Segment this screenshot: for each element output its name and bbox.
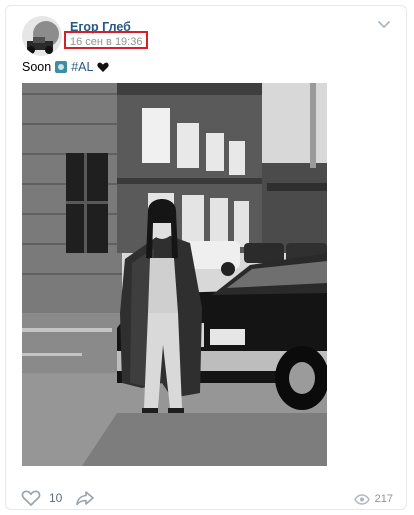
views-count: 217 [374,493,393,505]
likes-count: 10 [49,491,63,505]
eye-icon [353,493,370,505]
post-text-body: Soon [22,60,52,74]
post-photo[interactable] [22,83,327,466]
black-heart-icon [97,62,110,72]
photo-emoji-icon [55,61,68,73]
heart-outline-icon [21,490,41,506]
chevron-down-icon[interactable] [377,20,391,30]
post-text: Soon #AL [22,60,110,74]
views-counter: 217 [353,493,393,505]
like-button[interactable]: 10 [21,489,62,507]
post-hashtag[interactable]: #AL [71,60,93,74]
share-arrow-icon[interactable] [75,490,95,506]
photo-content [22,83,327,466]
timestamp-highlight-box [64,31,148,49]
avatar-image [22,16,62,56]
post-card: Егор Глеб 16 сен в 19:36 Soon #AL 10 217 [5,5,407,510]
author-avatar[interactable] [22,16,62,56]
